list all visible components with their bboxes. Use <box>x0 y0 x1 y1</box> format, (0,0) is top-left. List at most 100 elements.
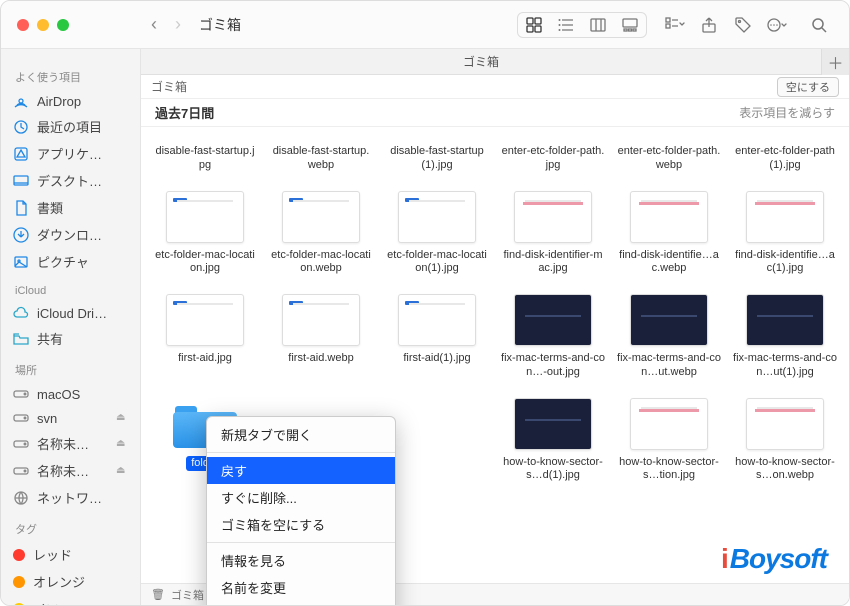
action-menu-button[interactable] <box>761 12 793 38</box>
menu-item[interactable]: 情報を見る <box>207 547 395 574</box>
net-icon <box>13 490 29 506</box>
sidebar-section-favorites: よく使う項目 <box>1 59 140 89</box>
clock-icon <box>13 119 29 135</box>
disk-icon <box>13 410 29 426</box>
file-item[interactable]: find-disk-identifie…ac(1).jpg <box>727 187 843 287</box>
sidebar-item-label: macOS <box>37 387 80 402</box>
file-item[interactable]: first-aid.webp <box>263 290 379 390</box>
file-item[interactable]: find-disk-identifier-mac.jpg <box>495 187 611 287</box>
sidebar-item-名称未…[interactable]: 名称未…⏏ <box>1 457 140 484</box>
path-segment[interactable]: ゴミ箱 <box>171 587 204 603</box>
sidebar-section-icloud: iCloud <box>1 275 140 301</box>
sidebar-item-macOS[interactable]: macOS <box>1 382 140 406</box>
file-thumbnail <box>514 294 592 346</box>
sidebar-item-ピクチャ[interactable]: ピクチャ <box>1 248 140 275</box>
file-name-label: first-aid(1).jpg <box>403 352 470 366</box>
tag-button[interactable] <box>727 12 759 38</box>
file-item[interactable]: how-to-know-sector-s…on.webp <box>727 394 843 494</box>
file-thumbnail <box>398 191 476 243</box>
menu-item[interactable]: ゴミ箱を空にする <box>207 511 395 538</box>
menu-item[interactable]: "folder"をクイックルック <box>207 601 395 606</box>
location-bar: ゴミ箱 空にする <box>141 75 849 99</box>
back-button[interactable]: ‹ <box>151 14 157 35</box>
gallery-view-button[interactable] <box>614 12 646 38</box>
file-item[interactable]: how-to-know-sector-s…d(1).jpg <box>495 394 611 494</box>
window-title: ゴミ箱 <box>191 15 241 35</box>
sidebar-item-共有[interactable]: 共有 <box>1 325 140 352</box>
file-thumbnail <box>514 191 592 243</box>
sidebar-item-label: オレンジ <box>33 572 85 591</box>
sidebar-tag-レッド[interactable]: レッド <box>1 541 140 568</box>
share-button[interactable] <box>693 12 725 38</box>
menu-item[interactable]: すぐに削除... <box>207 484 395 511</box>
file-item[interactable]: find-disk-identifie…ac.webp <box>611 187 727 287</box>
group-by-button[interactable] <box>659 12 691 38</box>
tag-dot-icon <box>13 549 25 561</box>
doc-icon <box>13 200 29 216</box>
picture-icon <box>13 254 29 270</box>
minimize-button[interactable] <box>37 19 49 31</box>
file-item[interactable]: fix-mac-terms-and-con…-out.jpg <box>495 290 611 390</box>
sidebar-item-label: アプリケ… <box>37 144 102 163</box>
file-item[interactable]: enter-etc-folder-path.webp <box>611 135 727 183</box>
file-item[interactable]: how-to-know-sector-s…tion.jpg <box>611 394 727 494</box>
sidebar-item-デスクト…[interactable]: デスクト… <box>1 167 140 194</box>
close-button[interactable] <box>17 19 29 31</box>
sidebar-item-iCloud Dri…[interactable]: iCloud Dri… <box>1 301 140 325</box>
sidebar-item-svn[interactable]: svn⏏ <box>1 406 140 430</box>
section-title: 過去7日間 <box>155 103 214 122</box>
forward-button[interactable]: › <box>175 14 181 35</box>
search-button[interactable] <box>803 12 835 38</box>
sidebar-item-ネットワ…[interactable]: ネットワ… <box>1 484 140 511</box>
file-item[interactable]: disable-fast-startup(1).jpg <box>379 135 495 183</box>
new-tab-button[interactable]: ＋ <box>821 49 849 75</box>
sidebar-item-アプリケ…[interactable]: アプリケ… <box>1 140 140 167</box>
file-item[interactable]: first-aid.jpg <box>147 290 263 390</box>
list-view-button[interactable] <box>550 12 582 38</box>
download-icon <box>13 227 29 243</box>
sidebar-tag-オレンジ[interactable]: オレンジ <box>1 568 140 595</box>
file-name-label: disable-fast-startup.jpg <box>153 145 257 173</box>
file-item[interactable]: fix-mac-terms-and-con…ut(1).jpg <box>727 290 843 390</box>
eject-icon[interactable]: ⏏ <box>116 438 128 450</box>
file-item[interactable]: etc-folder-mac-location.jpg <box>147 187 263 287</box>
disk-icon <box>13 463 29 479</box>
file-thumbnail <box>166 191 244 243</box>
location-text: ゴミ箱 <box>151 78 187 95</box>
eject-icon[interactable]: ⏏ <box>116 412 128 424</box>
file-item[interactable]: disable-fast-startup.webp <box>263 135 379 183</box>
empty-trash-button[interactable]: 空にする <box>777 77 839 97</box>
sidebar-tag-イエロー[interactable]: イエロー <box>1 595 140 606</box>
titlebar: ‹ › ゴミ箱 <box>1 1 849 49</box>
icon-view-button[interactable] <box>518 12 550 38</box>
sidebar-item-最近の項目[interactable]: 最近の項目 <box>1 113 140 140</box>
menu-item[interactable]: 新規タブで開く <box>207 421 395 448</box>
file-item[interactable]: first-aid(1).jpg <box>379 290 495 390</box>
fullscreen-button[interactable] <box>57 19 69 31</box>
file-item[interactable]: enter-etc-folder-path(1).jpg <box>727 135 843 183</box>
eject-icon[interactable]: ⏏ <box>116 465 128 477</box>
file-item[interactable]: etc-folder-mac-location(1).jpg <box>379 187 495 287</box>
sidebar-item-書類[interactable]: 書類 <box>1 194 140 221</box>
sidebar-item-名称未…[interactable]: 名称未…⏏ <box>1 430 140 457</box>
column-view-button[interactable] <box>582 12 614 38</box>
file-item[interactable]: etc-folder-mac-location.webp <box>263 187 379 287</box>
file-item[interactable]: disable-fast-startup.jpg <box>147 135 263 183</box>
file-name-label: how-to-know-sector-s…d(1).jpg <box>501 456 605 484</box>
file-name-label: how-to-know-sector-s…on.webp <box>733 456 837 484</box>
sidebar-item-label: ダウンロ… <box>37 225 102 244</box>
file-thumbnail <box>166 294 244 346</box>
file-thumbnail <box>398 294 476 346</box>
menu-separator <box>207 542 395 543</box>
show-less-button[interactable]: 表示項目を減らす <box>739 104 835 121</box>
watermark: iBoysoft <box>721 543 827 575</box>
menu-item[interactable]: 名前を変更 <box>207 574 395 601</box>
sidebar-item-AirDrop[interactable]: AirDrop <box>1 89 140 113</box>
menu-item[interactable]: 戻す <box>207 457 395 484</box>
file-item[interactable]: fix-mac-terms-and-con…ut.webp <box>611 290 727 390</box>
cloud-icon <box>13 305 29 321</box>
sidebar-section-tags: タグ <box>1 511 140 541</box>
tab-trash[interactable]: ゴミ箱 <box>141 53 821 70</box>
file-item[interactable]: enter-etc-folder-path.jpg <box>495 135 611 183</box>
sidebar-item-ダウンロ…[interactable]: ダウンロ… <box>1 221 140 248</box>
